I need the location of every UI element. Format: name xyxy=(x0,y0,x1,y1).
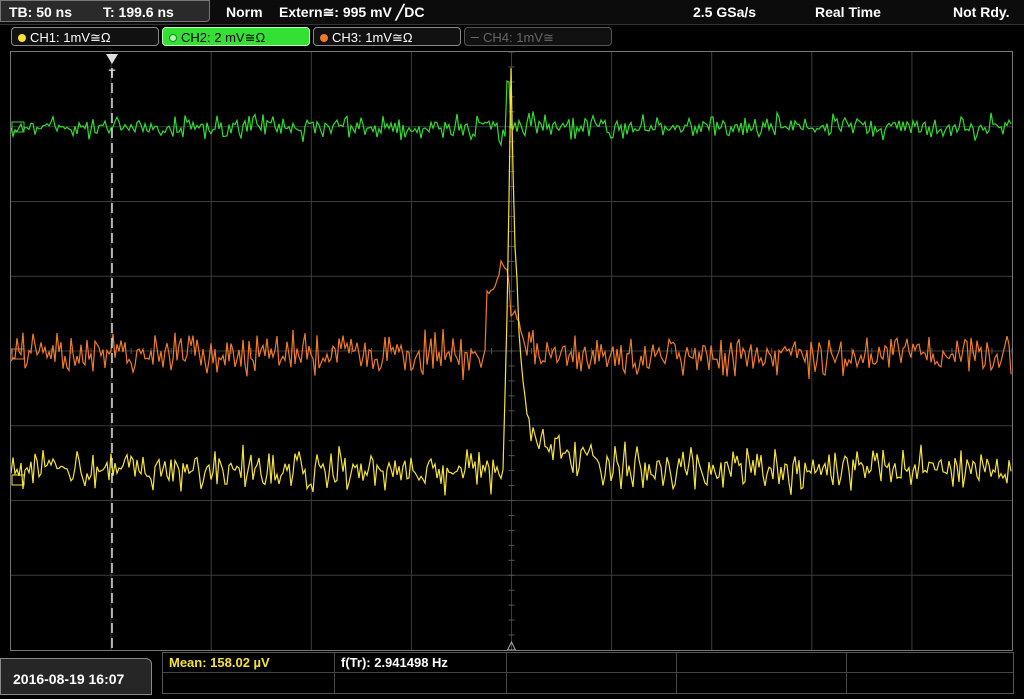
channel-4-label: CH4: 1mV≅ xyxy=(483,30,554,45)
datetime-value: 2016-08-19 16:07 xyxy=(13,671,125,687)
channel-3-dot-icon xyxy=(320,34,328,42)
measurement-slot-9[interactable] xyxy=(677,673,847,693)
channel-3-button[interactable]: CH3: 1mV≅Ω xyxy=(313,27,461,46)
channel-1-dot-icon xyxy=(18,34,26,42)
timebase-value: TB: 50 ns xyxy=(9,4,73,20)
measurement-slot-5[interactable] xyxy=(847,653,1013,673)
acquisition-mode[interactable]: Norm xyxy=(226,0,263,24)
channel-1-button[interactable]: CH1: 1mV≅Ω xyxy=(11,27,159,46)
measurement-slot-10[interactable] xyxy=(847,673,1013,693)
channel-2-button[interactable]: CH2: 2 mV≅Ω xyxy=(162,27,310,46)
waveform-display[interactable]: T xyxy=(10,51,1013,651)
run-state: Not Rdy. xyxy=(953,4,1010,20)
measurement-slot-4[interactable] xyxy=(677,653,847,673)
channel-4-button[interactable]: CH4: 1mV≅ xyxy=(464,27,612,46)
sample-rate: 2.5 GSa/s xyxy=(693,4,757,20)
measurement-freq[interactable]: f(Tr): 2.941498 Hz xyxy=(335,653,507,673)
measurement-mean[interactable]: Mean: 158.02 µV xyxy=(163,653,335,673)
trigger-position-icon xyxy=(106,54,118,64)
graticule xyxy=(11,52,1012,650)
channel-bar: CH1: 1mV≅Ω CH2: 2 mV≅Ω CH3: 1mV≅Ω CH4: 1… xyxy=(0,25,1024,50)
trigger-time-value: T: 199.6 ns xyxy=(103,4,174,20)
acquisition-type: Real Time xyxy=(815,4,881,20)
measurement-bar: 2016-08-19 16:07 Mean: 158.02 µV f(Tr): … xyxy=(0,651,1024,695)
datetime-box: 2016-08-19 16:07 xyxy=(0,658,152,695)
channel-3-label: CH3: 1mV≅Ω xyxy=(332,30,413,45)
channel-2-label: CH2: 2 mV≅Ω xyxy=(181,30,266,45)
measurement-slot-3[interactable] xyxy=(507,653,677,673)
measurement-slot-8[interactable] xyxy=(507,673,677,693)
channel-4-off-icon xyxy=(471,37,479,38)
freq-value: f(Tr): 2.941498 Hz xyxy=(341,655,448,670)
measurement-slot-6[interactable] xyxy=(163,673,335,693)
channel-1-label: CH1: 1mV≅Ω xyxy=(30,30,111,45)
measurement-table[interactable]: Mean: 158.02 µV f(Tr): 2.941498 Hz xyxy=(162,652,1014,694)
status-bar: TB: 50 ns T: 199.6 ns Norm Extern≅: 995 … xyxy=(0,0,1024,25)
channel-2-dot-icon xyxy=(169,34,177,42)
mean-value: Mean: 158.02 µV xyxy=(169,655,270,670)
measurement-slot-7[interactable] xyxy=(335,673,507,693)
trigger-source[interactable]: Extern≅: 995 mV ╱DC xyxy=(279,0,424,24)
timebase-box[interactable]: TB: 50 ns T: 199.6 ns xyxy=(0,0,210,22)
trigger-marker-label: T xyxy=(109,68,116,80)
